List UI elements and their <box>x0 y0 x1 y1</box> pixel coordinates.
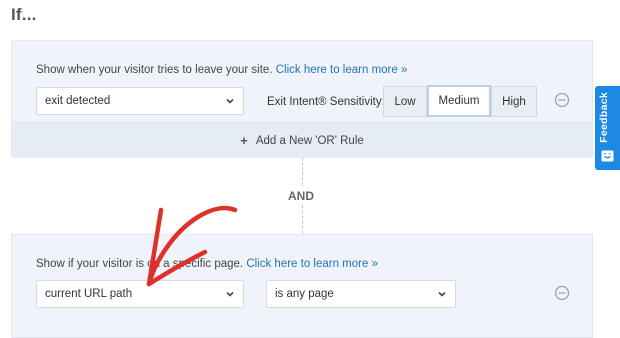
rule-description-text: Show when your visitor tries to leave yo… <box>36 64 273 76</box>
learn-more-link[interactable]: Click here to learn more » <box>246 258 378 270</box>
learn-more-link[interactable]: Click here to learn more » <box>276 64 408 76</box>
add-or-rule-label: Add a New 'OR' Rule <box>255 134 364 147</box>
operator-select-value: is any page <box>275 288 334 300</box>
rule-group-exit-intent: Show when your visitor tries to leave yo… <box>11 40 593 158</box>
sensitivity-high-button[interactable]: High <box>491 86 537 117</box>
page-heading: If... <box>11 5 37 24</box>
sensitivity-medium-button[interactable]: Medium <box>427 85 491 117</box>
and-connector-line-top <box>302 158 303 185</box>
add-or-rule-button[interactable]: + Add a New 'OR' Rule <box>12 122 592 158</box>
remove-rule-icon[interactable] <box>554 285 570 301</box>
remove-rule-icon[interactable] <box>554 92 570 108</box>
rule-description-text: Show if your visitor is on a specific pa… <box>36 258 244 270</box>
chevron-down-icon <box>225 289 235 299</box>
rule-description: Show when your visitor tries to leave yo… <box>36 64 407 76</box>
feedback-tab[interactable]: Feedback <box>595 86 620 170</box>
chevron-down-icon <box>225 96 235 106</box>
and-label: AND <box>288 189 314 203</box>
condition-select[interactable]: exit detected <box>36 87 244 115</box>
condition-select-value: current URL path <box>45 288 133 300</box>
rule-description: Show if your visitor is on a specific pa… <box>36 258 378 270</box>
feedback-tab-label: Feedback <box>598 92 610 143</box>
feedback-icon <box>601 150 614 162</box>
chevron-down-icon <box>437 289 447 299</box>
sensitivity-label: Exit Intent® Sensitivity: <box>267 96 385 108</box>
rule-group-page-targeting: Show if your visitor is on a specific pa… <box>11 234 593 338</box>
and-connector-line-bottom <box>302 205 303 234</box>
condition-select-value: exit detected <box>45 95 111 107</box>
plus-icon: + <box>240 133 248 148</box>
operator-select[interactable]: is any page <box>266 280 456 308</box>
condition-select[interactable]: current URL path <box>36 280 244 308</box>
sensitivity-low-button[interactable]: Low <box>383 86 427 117</box>
